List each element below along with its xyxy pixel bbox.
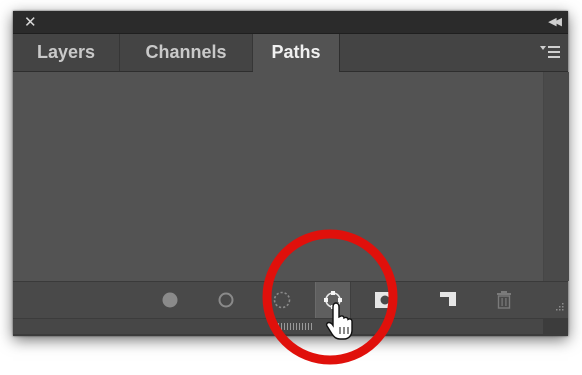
filled-circle-icon xyxy=(162,292,178,308)
create-new-path-button[interactable] xyxy=(431,282,465,318)
circle-outline-icon xyxy=(218,292,234,308)
load-path-as-selection-button[interactable] xyxy=(265,282,299,318)
tab-channels[interactable]: Channels xyxy=(120,34,253,71)
tab-layers[interactable]: Layers xyxy=(13,34,120,71)
panel-toolbar xyxy=(13,281,568,318)
paths-panel: ✕ ◀◀ Layers Channels Paths xyxy=(13,11,569,336)
resize-grip-icon[interactable] xyxy=(554,303,564,313)
tab-paths[interactable]: Paths xyxy=(253,34,340,72)
paths-list-area xyxy=(13,72,543,281)
double-chevron-left-icon[interactable]: ◀◀ xyxy=(548,14,562,30)
stroke-path-button[interactable] xyxy=(209,282,243,318)
dashed-selection-icon xyxy=(273,291,291,309)
work-path-icon xyxy=(324,291,342,309)
close-icon[interactable]: ✕ xyxy=(24,13,37,31)
new-path-icon xyxy=(440,292,456,308)
trash-icon xyxy=(497,291,511,309)
mask-icon xyxy=(375,292,395,308)
bottom-bar xyxy=(13,318,568,336)
vertical-scrollbar[interactable] xyxy=(543,72,569,281)
make-work-path-from-selection-button[interactable] xyxy=(315,282,351,318)
scroll-grip-icon[interactable] xyxy=(275,323,313,330)
tab-strip: Layers Channels Paths xyxy=(13,34,568,72)
add-mask-button[interactable] xyxy=(368,282,402,318)
delete-path-button[interactable] xyxy=(487,282,521,318)
panel-menu-icon[interactable] xyxy=(540,45,560,59)
panel-titlebar: ✕ ◀◀ xyxy=(13,11,568,34)
horizontal-scrollbar[interactable] xyxy=(13,319,543,334)
fill-path-button[interactable] xyxy=(153,282,187,318)
